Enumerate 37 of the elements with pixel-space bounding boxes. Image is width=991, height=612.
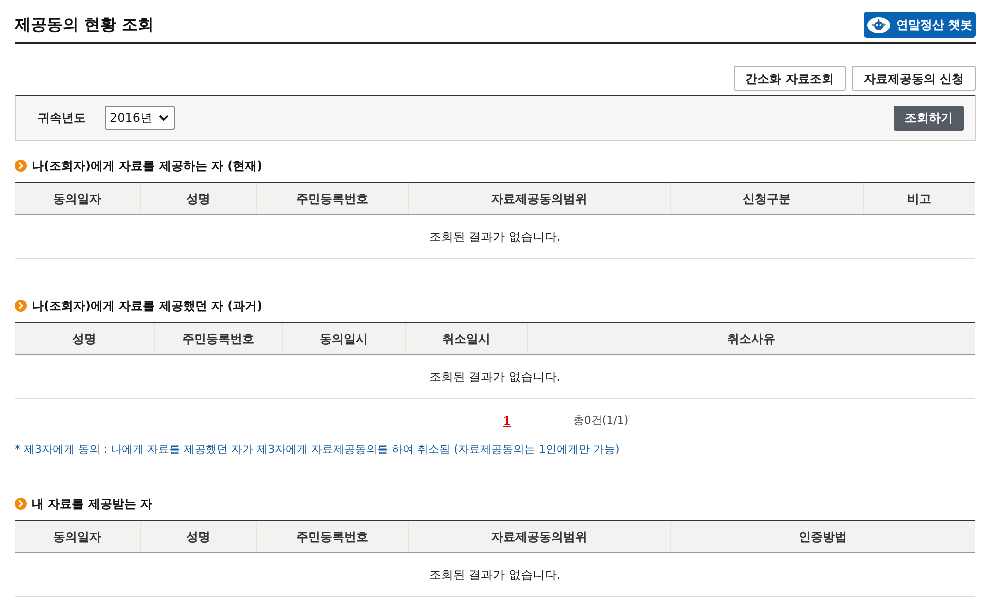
empty-message: 조회된 결과가 없습니다. [429, 566, 561, 584]
column-header: 취소사유 [527, 323, 975, 354]
column-header: 주민등록번호 [256, 521, 408, 552]
action-button[interactable]: 자료제공동의 신청 [852, 66, 976, 91]
column-header: 주민등록번호 [256, 183, 408, 214]
column-header: 신청구분 [670, 183, 863, 214]
column-header: 동의일시 [282, 323, 405, 354]
page-link[interactable]: 1 [503, 412, 512, 430]
column-header: 동의일자 [52, 190, 102, 208]
empty-message: 조회된 결과가 없습니다. [429, 368, 561, 386]
page-title: 제공동의 현황 조회 [15, 15, 154, 35]
section-title: 내 자료를 제공받는 자 [32, 496, 153, 513]
chevron-circle-icon [15, 498, 27, 510]
chevron-down-icon [159, 115, 169, 121]
year-select[interactable]: 2016년 [105, 106, 175, 130]
chevron-circle-icon [15, 300, 27, 312]
column-header: 자료제공동의범위 [408, 521, 670, 552]
column-header: 성명 [140, 183, 256, 214]
chatbot-button[interactable]: 연말정산 챗봇 [864, 12, 976, 38]
search-button[interactable]: 조회하기 [894, 106, 964, 130]
empty-message: 조회된 결과가 없습니다. [429, 228, 561, 246]
column-header: 동의일자 [52, 528, 102, 546]
chevron-circle-icon [15, 160, 27, 172]
section-title: 나(조회자)에게 자료를 제공하는 자 (현재) [32, 158, 263, 175]
action-button[interactable]: 간소화 자료조회 [734, 66, 846, 91]
column-header: 인증방법 [670, 521, 975, 552]
total-count: 총0건(1/1) [573, 412, 629, 429]
column-header: 비고 [863, 183, 975, 214]
robot-face-icon [867, 16, 892, 34]
column-header: 주민등록번호 [154, 323, 282, 354]
year-label: 귀속년도 [38, 110, 86, 127]
note-text: * 제3자에게 동의 : 나에게 자료를 제공했던 자가 제3자에게 자료제공동의를 하여 취소됨 (자료제공동의는 1인에게만 가능) [15, 443, 621, 457]
column-header: 성명 [72, 330, 98, 348]
column-header: 취소일시 [405, 323, 527, 354]
section-title: 나(조회자)에게 자료를 제공했던 자 (과거) [32, 298, 263, 315]
column-header: 자료제공동의범위 [408, 183, 670, 214]
column-header: 성명 [140, 521, 256, 552]
